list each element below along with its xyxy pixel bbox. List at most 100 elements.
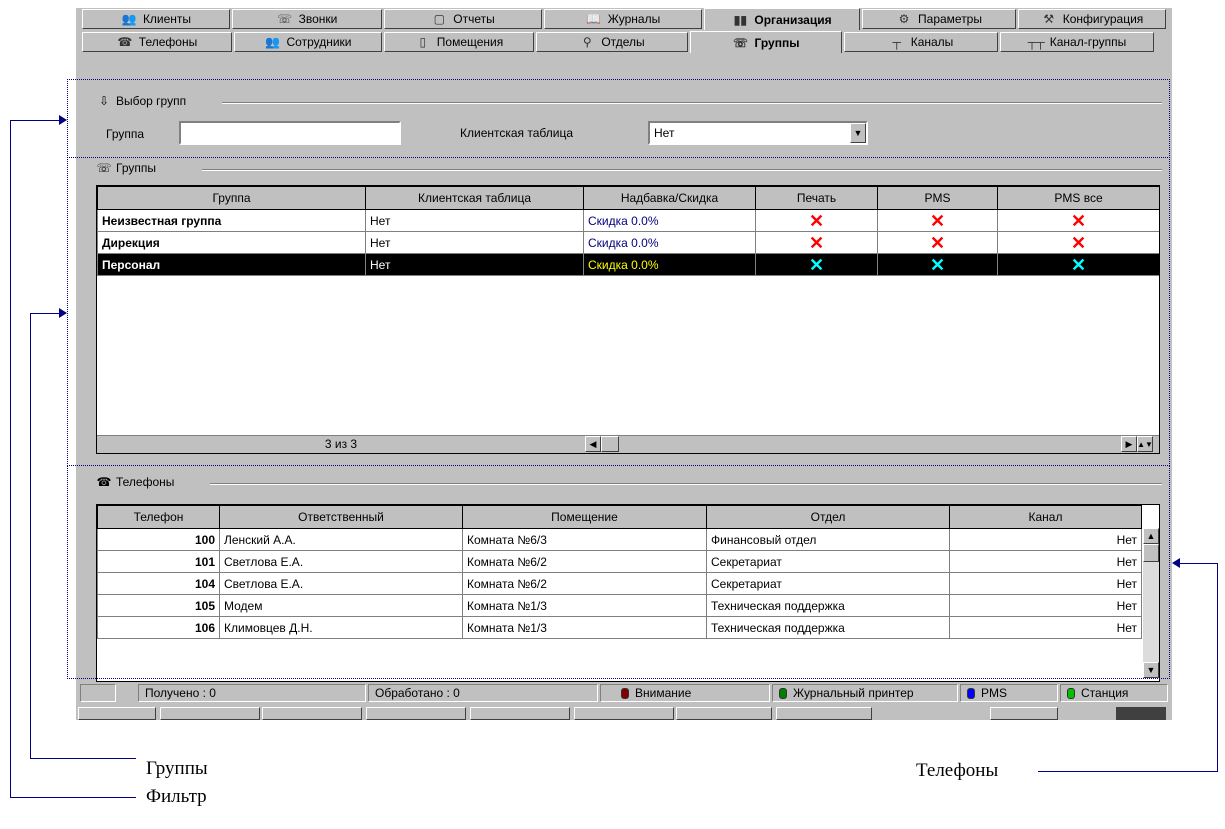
groups-counter: 3 из 3 xyxy=(97,436,586,452)
tab-organization[interactable]: ▮▮ Организация xyxy=(704,8,860,30)
groups-column-header[interactable]: Печать xyxy=(755,186,878,210)
group-filter-input[interactable] xyxy=(179,121,401,145)
tab-label: Канал-группы xyxy=(1049,35,1127,49)
status-journal-printer-label: Журнальный принтер xyxy=(793,686,914,700)
tab-parameters[interactable]: ⚙ Параметры xyxy=(862,9,1016,29)
bottom-toolbar xyxy=(76,705,1172,720)
toolbar-button[interactable] xyxy=(470,707,570,720)
client-table-filter-label: Клиентская таблица xyxy=(460,126,573,140)
table-row[interactable]: 101 Светлова Е.А. Комната №6/2 Секретариат Н… xyxy=(97,550,1142,573)
table-row[interactable]: Дирекция Нет Скидка 0.0% ✕ ✕ ✕ xyxy=(97,231,1159,254)
phones-section-label: Телефоны xyxy=(116,475,175,489)
toolbar-button[interactable] xyxy=(676,707,772,720)
app-window: 👥 Клиенты ☏ Звонки ▢ Отчеты 📖 Журналы ▮▮ Организа… xyxy=(76,8,1172,720)
scroll-thumb[interactable] xyxy=(601,436,619,452)
groups-column-header[interactable]: Надбавка/Скидка xyxy=(583,186,756,210)
tab-reports[interactable]: ▢ Отчеты xyxy=(384,9,542,29)
toolbar-button[interactable] xyxy=(160,707,260,720)
filter-section-label: Выбор групп xyxy=(116,94,187,108)
tab-journals[interactable]: 📖 Журналы xyxy=(544,9,702,29)
table-row[interactable]: 104 Светлова Е.А. Комната №6/2 Секретариат Н… xyxy=(97,572,1142,595)
filter-icon: ⇩ xyxy=(98,94,110,108)
scroll-down-icon[interactable]: ▼ xyxy=(1143,662,1159,678)
table-row[interactable]: 105 Модем Комната №1/3 Техническая поддержк… xyxy=(97,594,1142,617)
table-row[interactable]: 106 Климовцев Д.Н. Комната №1/3 Техническая… xyxy=(97,616,1142,639)
configuration-icon: ⚒ xyxy=(1043,12,1055,26)
tab-departments[interactable]: ⚲ Отделы xyxy=(536,32,688,52)
phones-column-header[interactable]: Телефон xyxy=(97,505,220,529)
tab-channel-groups[interactable]: ┬┬ Канал-группы xyxy=(1000,32,1154,52)
filter-connector-top xyxy=(10,120,62,121)
channels-icon: ┬ xyxy=(892,35,901,49)
scroll-up-icon[interactable]: ▲ xyxy=(1143,528,1159,544)
tab-label: Звонки xyxy=(298,12,338,26)
department-cell: Техническая поддержка xyxy=(706,616,950,639)
phones-vscroll[interactable]: ▲ ▼ xyxy=(1143,528,1159,678)
toolbar-button[interactable] xyxy=(262,707,362,720)
toolbar-button[interactable] xyxy=(78,707,156,720)
table-row[interactable]: Неизвестная группа Нет Скидка 0.0% ✕ ✕ ✕ xyxy=(97,209,1159,232)
channel-cell: Нет xyxy=(949,616,1142,639)
phones-column-header[interactable]: Помещение xyxy=(462,505,707,529)
groups-annotation-label: Группы xyxy=(146,758,208,779)
room-cell: Комната №6/2 xyxy=(462,550,707,573)
pms-all-flag-cell: ✕ xyxy=(997,209,1159,232)
client-table-cell: Нет xyxy=(365,209,584,232)
tab-calls[interactable]: ☏ Звонки xyxy=(232,9,382,29)
tab-rooms[interactable]: ▯ Помещения xyxy=(384,32,534,52)
spin-updown-icon[interactable]: ▲▼ xyxy=(1137,436,1153,452)
department-cell: Финансовый отдел xyxy=(706,528,950,551)
status-processed: Обработано : 0 xyxy=(368,684,598,702)
dropdown-arrow-icon[interactable]: ▼ xyxy=(850,123,866,143)
reports-icon: ▢ xyxy=(433,12,445,26)
table-row[interactable]: 100 Ленский А.А. Комната №6/3 Финансовый от… xyxy=(97,528,1142,551)
groups-column-header[interactable]: PMS все xyxy=(997,186,1159,210)
filter-section-title: ⇩ Выбор групп xyxy=(96,93,186,109)
tab-clients[interactable]: 👥 Клиенты xyxy=(82,9,230,29)
toolbar-button[interactable] xyxy=(990,707,1058,720)
groups-column-header[interactable]: PMS xyxy=(877,186,998,210)
tab-label: Организация xyxy=(754,12,832,27)
cross-icon: ✕ xyxy=(1070,210,1087,231)
tab-phones[interactable]: ☎ Телефоны xyxy=(82,32,232,52)
phones-connector-bottom xyxy=(1038,771,1218,772)
table-row[interactable]: Персонал Нет Скидка 0.0% ✕ ✕ ✕ xyxy=(97,253,1159,276)
toolbar-button[interactable] xyxy=(776,707,872,720)
groups-column-header[interactable]: Группа xyxy=(97,186,366,210)
group-name-cell: Персонал xyxy=(97,253,366,276)
vscroll-thumb[interactable] xyxy=(1143,544,1159,562)
phones-column-header[interactable]: Ответственный xyxy=(219,505,463,529)
phones-column-header[interactable]: Отдел xyxy=(706,505,950,529)
tab-groups[interactable]: ☏ Группы xyxy=(690,31,842,53)
tab-configuration[interactable]: ⚒ Конфигурация xyxy=(1018,9,1166,29)
calls-icon: ☏ xyxy=(277,12,293,26)
client-table-filter-select[interactable]: Нет ▼ xyxy=(648,121,868,145)
print-flag-cell: ✕ xyxy=(755,209,878,232)
groups-footer-bar: 3 из 3 ◀ ▶ ▲▼ xyxy=(97,435,1159,453)
groups-column-header[interactable]: Клиентская таблица xyxy=(365,186,584,210)
groups-icon: ☏ xyxy=(96,161,112,175)
tab-label: Сотрудники xyxy=(286,35,352,49)
status-station: Станция xyxy=(1060,684,1168,702)
filter-annotation-label: Фильтр xyxy=(146,786,207,807)
employees-icon: 👥 xyxy=(265,35,280,49)
department-cell: Секретариат xyxy=(706,572,950,595)
tab-label: Конфигурация xyxy=(1062,12,1144,26)
tab-channels[interactable]: ┬ Каналы xyxy=(844,32,998,52)
tab-employees[interactable]: 👥 Сотрудники xyxy=(234,32,382,52)
phones-column-header[interactable]: Канал xyxy=(949,505,1142,529)
status-journal-printer: Журнальный принтер xyxy=(772,684,958,702)
main-tab-row: 👥 Клиенты ☏ Звонки ▢ Отчеты 📖 Журналы ▮▮ Организа… xyxy=(76,8,1172,30)
groups-divider xyxy=(202,169,1162,171)
scroll-left-icon[interactable]: ◀ xyxy=(585,436,601,452)
print-flag-cell: ✕ xyxy=(755,253,878,276)
room-cell: Комната №1/3 xyxy=(462,594,707,617)
scroll-right-icon[interactable]: ▶ xyxy=(1121,436,1137,452)
tab-label: Помещения xyxy=(436,35,504,49)
groups-section-label: Группы xyxy=(116,161,156,175)
toolbar-button[interactable] xyxy=(366,707,466,720)
toolbar-button[interactable] xyxy=(574,707,674,720)
cross-icon: ✕ xyxy=(808,210,825,231)
department-cell: Секретариат xyxy=(706,550,950,573)
cross-icon: ✕ xyxy=(1070,232,1087,253)
